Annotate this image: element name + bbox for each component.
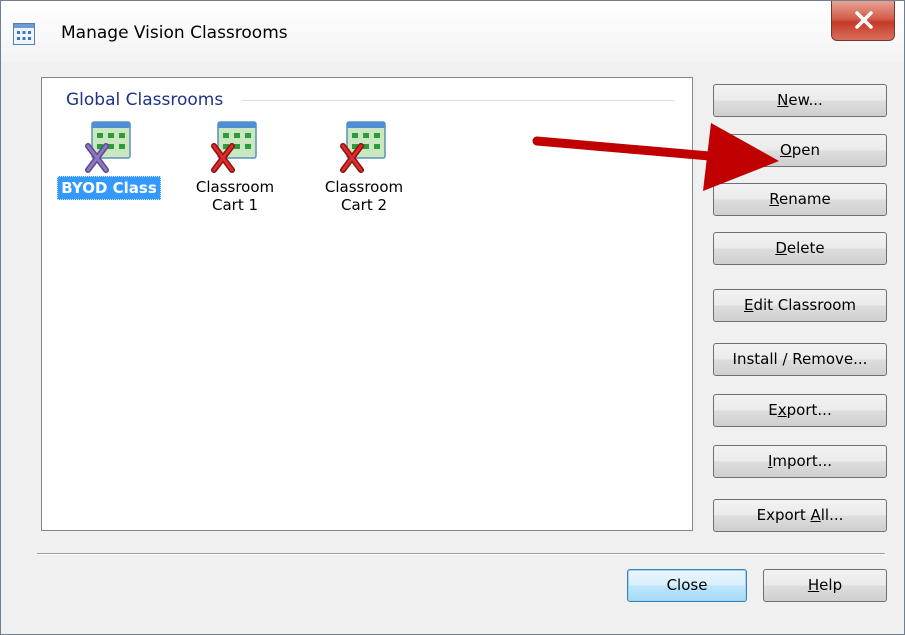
close-button[interactable]: Close — [627, 569, 747, 602]
install-remove-button[interactable]: Install / Remove... — [713, 343, 887, 376]
list-item-classroom-cart-1[interactable]: Classroom Cart 1 — [176, 116, 294, 216]
classroom-grid-icon — [340, 121, 386, 173]
classroom-grid-icon — [13, 23, 35, 45]
list-item-label: BYOD Class — [57, 176, 161, 200]
delete-button[interactable]: Delete — [713, 232, 887, 265]
group-header: Global Classrooms — [66, 90, 224, 110]
window-title: Manage Vision Classrooms — [61, 23, 288, 43]
list-item-label: Classroom Cart 1 — [195, 178, 275, 214]
dialog-window: Manage Vision Classrooms Global Classroo… — [0, 0, 905, 635]
new-button[interactable]: New... — [713, 84, 887, 117]
close-window-button[interactable] — [831, 1, 895, 41]
help-button[interactable]: Help — [763, 569, 887, 602]
title-bar[interactable]: Manage Vision Classrooms — [1, 1, 904, 63]
group-divider — [242, 100, 674, 101]
list-item-byod-class[interactable]: BYOD Class — [50, 116, 168, 200]
list-item-label: Classroom Cart 2 — [324, 178, 404, 214]
classroom-grid-icon — [211, 121, 257, 173]
list-item-classroom-cart-2[interactable]: Classroom Cart 2 — [305, 116, 423, 216]
footer-separator — [37, 553, 885, 555]
rename-button[interactable]: Rename — [713, 183, 887, 216]
close-x-icon — [855, 11, 873, 29]
open-button[interactable]: Open — [713, 134, 887, 167]
edit-classroom-button[interactable]: Edit Classroom — [713, 289, 887, 322]
classroom-grid-icon — [85, 121, 131, 173]
classroom-list[interactable]: Global Classrooms BYOD Class Classroom C… — [41, 77, 693, 531]
export-button[interactable]: Export... — [713, 394, 887, 427]
export-all-button[interactable]: Export All... — [713, 499, 887, 532]
import-button[interactable]: Import... — [713, 445, 887, 478]
